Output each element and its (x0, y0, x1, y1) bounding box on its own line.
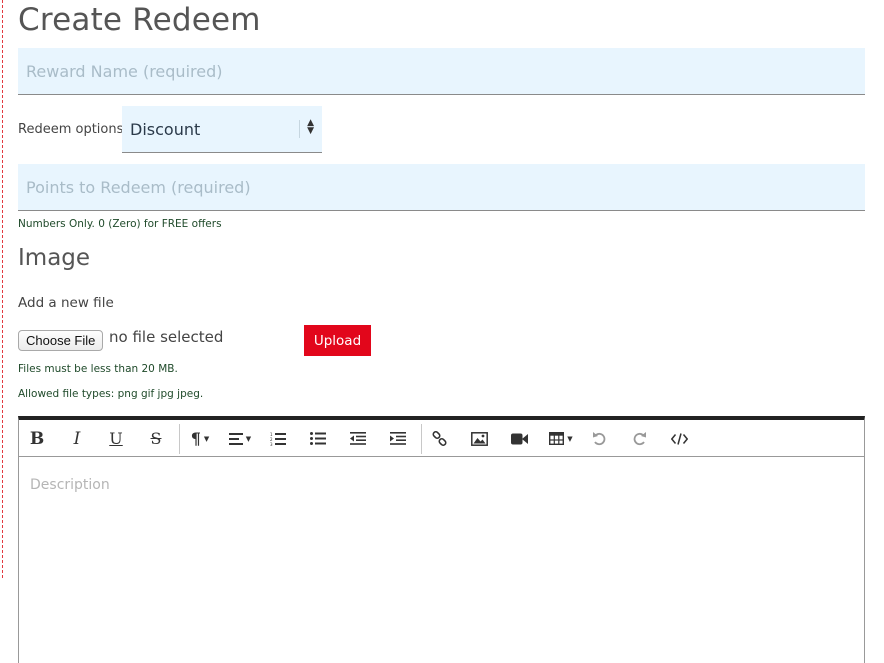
left-dashed-border (2, 0, 3, 578)
toolbar-divider (179, 424, 180, 454)
redeem-options-select[interactable]: Discount ▲ ▼ (122, 106, 322, 153)
strikethrough-icon[interactable]: S (141, 420, 171, 457)
unordered-list-icon[interactable] (303, 420, 333, 457)
points-hint: Numbers Only. 0 (Zero) for FREE offers (18, 218, 222, 230)
link-icon[interactable] (424, 420, 454, 457)
page-title: Create Redeem (18, 2, 261, 38)
reward-name-input[interactable] (18, 48, 865, 95)
align-icon[interactable]: ▼ (222, 420, 258, 457)
points-to-redeem-input[interactable] (18, 164, 865, 211)
add-file-label: Add a new file (18, 295, 114, 311)
select-divider (299, 120, 300, 138)
image-icon[interactable] (464, 420, 494, 457)
no-file-selected-text: no file selected (109, 328, 224, 346)
ordered-list-icon[interactable]: 123 (263, 420, 293, 457)
svg-text:3: 3 (270, 442, 273, 446)
indent-icon[interactable] (383, 420, 413, 457)
choose-file-button[interactable]: Choose File (18, 330, 104, 351)
code-view-icon[interactable] (664, 420, 694, 457)
toolbar-divider (421, 424, 422, 454)
video-icon[interactable] (504, 420, 534, 457)
underline-icon[interactable]: U (101, 420, 131, 457)
upload-button[interactable]: Upload (304, 325, 371, 356)
undo-icon[interactable] (584, 420, 614, 457)
description-editor-area[interactable]: Description (19, 457, 864, 663)
bold-icon[interactable]: B (22, 420, 52, 457)
redo-icon[interactable] (624, 420, 654, 457)
redeem-options-value: Discount (130, 120, 201, 139)
paragraph-icon[interactable]: ¶ ▼ (183, 420, 217, 457)
select-updown-icon: ▲ ▼ (307, 118, 314, 136)
outdent-icon[interactable] (343, 420, 373, 457)
italic-icon[interactable]: I (62, 420, 92, 457)
create-redeem-page: Create Redeem Redeem options Discount ▲▼… (0, 0, 884, 663)
rich-text-editor: B I U S ¶ ▼ ▼ 123 ▼ Description (18, 416, 865, 663)
table-icon[interactable]: ▼ (543, 420, 579, 457)
redeem-options-label: Redeem options (18, 122, 124, 137)
image-heading: Image (18, 245, 91, 271)
file-types-hint: Allowed file types: png gif jpg jpeg. (18, 388, 204, 400)
editor-toolbar: B I U S ¶ ▼ ▼ 123 ▼ (19, 420, 864, 457)
file-size-hint: Files must be less than 20 MB. (18, 363, 178, 375)
